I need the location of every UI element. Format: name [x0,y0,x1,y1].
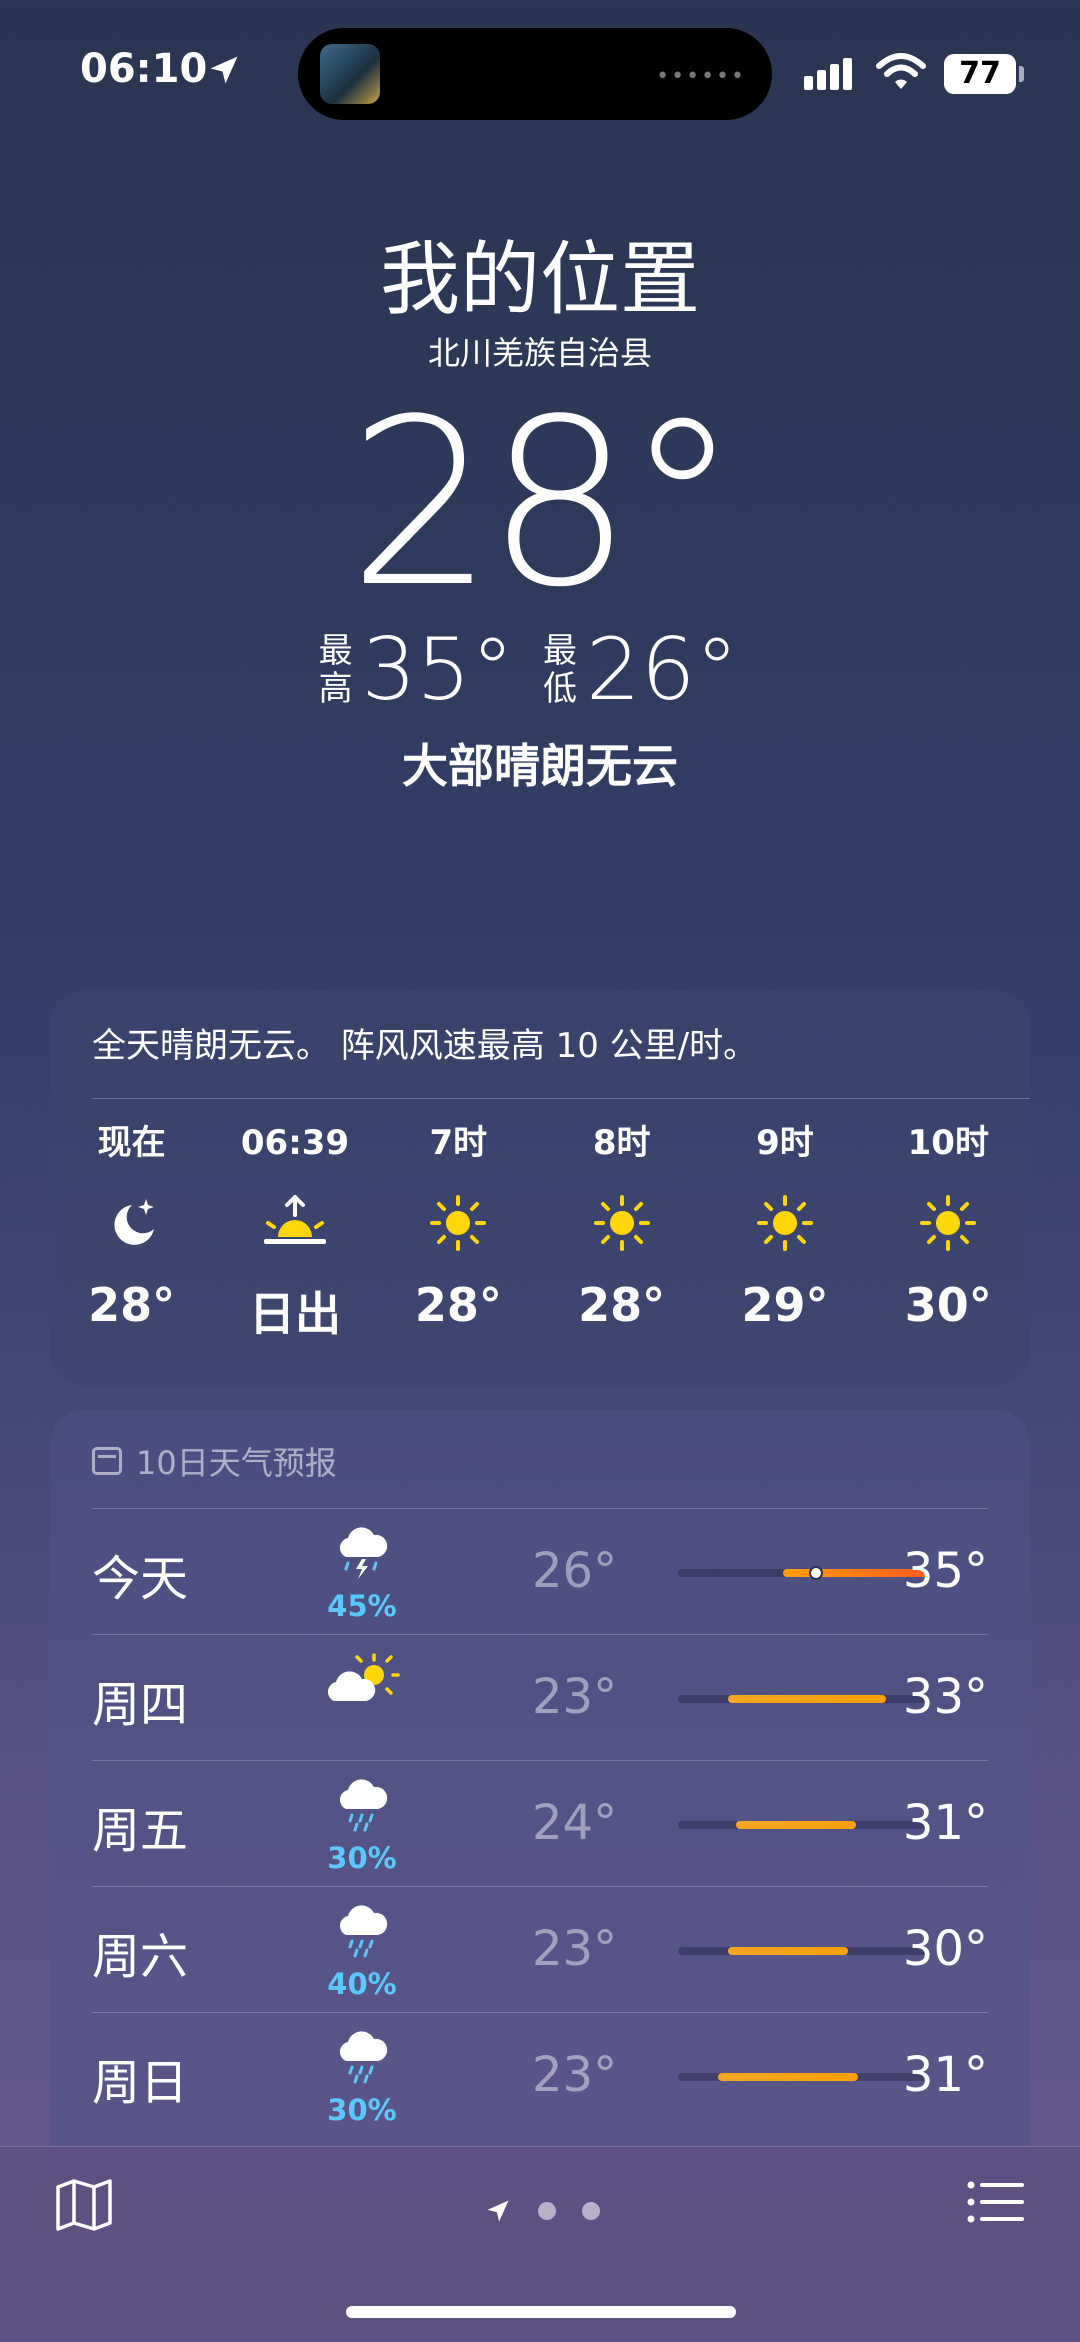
low-temp: 23° [532,1669,618,1725]
hour-item: 06:39 日出 [213,1118,376,1368]
live-activity-app-icon[interactable] [320,44,380,104]
high-low: 最高 35° 最低 26° [0,620,1080,720]
day-row[interactable]: 周五 30% 24° 31° [92,1760,988,1887]
page-indicator[interactable] [484,2197,600,2225]
hour-temp: 28° [88,1278,176,1332]
forecast-summary: 全天晴朗无云。 阵风风速最高 10 公里/时。 [92,1026,758,1066]
hour-temp: 30° [904,1278,992,1332]
temp-range-fill [728,1695,886,1703]
ten-day-forecast-card[interactable]: 10日天气预报 今天 45% 26° 35° 周四 23° 33° 周五 30%… [50,1410,1030,2190]
day-label: 周四 [92,1677,189,1733]
partly-sunny-icon [322,1649,402,1749]
rain-icon: 40% [322,1901,402,2001]
city-list-icon[interactable] [966,2177,1026,2231]
status-time: 06:10 [80,46,208,92]
hour-label: 现在 [97,1123,166,1163]
precip-chance: 40% [327,1967,397,2001]
sun-icon [703,1168,866,1278]
temp-range-bar [678,1695,928,1703]
temp-range-fill [735,1821,856,1829]
wifi-icon [876,52,926,96]
high-temp: 30° [902,1921,988,1977]
calendar-icon [92,1447,122,1475]
hourly-list[interactable]: 现在 28° 06:39 日出 7时 28° 8时 28° 9时 29° 10时… [50,1118,1030,1368]
day-label: 周六 [92,1929,189,1985]
low-label: 最低 [543,631,577,709]
location-subtitle: 北川羌族自治县 [427,334,652,372]
high-label: 最高 [318,631,353,709]
hour-item: 9时 29° [703,1118,866,1368]
sunrise-icon [213,1168,376,1278]
hour-item: 7时 28° [377,1118,540,1368]
page-dot[interactable] [582,2202,600,2220]
map-icon[interactable] [54,2175,114,2239]
ten-day-title: 10日天气预报 [136,1444,337,1482]
hour-label: 06:39 [240,1123,350,1163]
day-row[interactable]: 周六 40% 23° 30° [92,1886,988,2013]
high-temp: 31° [902,2047,988,2103]
temp-range-bar [678,2073,928,2081]
low-temp: 23° [532,2047,618,2103]
day-row[interactable]: 周四 23° 33° [92,1634,988,1761]
current-weather-header: 我的位置 北川羌族自治县 28° 最高 35° 最低 26° 大部晴朗无云 [0,230,1080,796]
high-temp: 35° [902,1543,988,1599]
ten-day-header: 10日天气预报 [92,1438,337,1484]
precip-chance: 45% [327,1589,397,1623]
page-dot[interactable] [538,2202,556,2220]
hour-item: 8时 28° [540,1118,703,1368]
low-temp: 23° [532,1921,618,1977]
rain-icon: 30% [322,1775,402,1875]
low-temperature: 26° [586,620,739,720]
sunrise-label: 日出 [248,1287,341,1341]
precip-chance: 30% [327,2093,397,2127]
island-dots-icon: •••••• [656,64,746,89]
low-temp: 26° [532,1543,618,1599]
precip-chance: 30% [327,1841,397,1875]
day-row[interactable]: 今天 45% 26° 35° [92,1508,988,1635]
high-temp: 33° [902,1669,988,1725]
condition-text: 大部晴朗无云 [402,739,678,793]
low-temp: 24° [532,1795,618,1851]
temp-range-fill [718,2073,858,2081]
high-temp: 31° [902,1795,988,1851]
hour-label: 8时 [592,1123,651,1163]
hour-temp: 28° [414,1278,502,1332]
hour-label: 7时 [429,1123,488,1163]
hour-temp: 28° [578,1278,666,1332]
temp-range-bar [678,1566,928,1580]
moon-stars-icon [50,1168,213,1278]
temp-range-bar [678,1821,928,1829]
dynamic-island[interactable]: •••••• [298,28,772,120]
day-label: 今天 [92,1551,189,1607]
current-temp-marker [808,1566,823,1580]
hour-label: 10时 [907,1123,989,1163]
thunderstorm-icon: 45% [322,1523,402,1623]
current-location-page-icon[interactable] [484,2197,512,2225]
high-temperature: 35° [361,620,514,720]
hour-item: 10时 30° [867,1118,1030,1368]
home-indicator[interactable] [346,2306,736,2318]
status-bar: 06:10 •••••• 77 [0,0,1080,140]
current-temperature: 28° [348,371,740,638]
hour-label: 9时 [756,1123,814,1163]
location-arrow-icon [206,52,242,92]
temp-range-fill [728,1947,848,1955]
hour-item: 现在 28° [50,1118,213,1368]
day-row[interactable]: 周日 30% 23° 31° [92,2012,988,2139]
hourly-forecast-card[interactable]: 全天晴朗无云。 阵风风速最高 10 公里/时。 现在 28° 06:39 日出 … [50,990,1030,1386]
temp-range-bar [678,1947,928,1955]
sun-icon [377,1168,540,1278]
hour-temp: 29° [741,1278,829,1332]
day-label: 周日 [92,2055,189,2111]
battery-indicator: 77 [944,54,1024,94]
sun-icon [867,1168,1030,1278]
sun-icon [540,1168,703,1278]
divider [92,1098,1030,1099]
rain-icon: 30% [322,2027,402,2127]
cellular-signal-icon [804,58,860,96]
location-title: 我的位置 [380,233,700,326]
day-label: 周五 [92,1803,189,1859]
